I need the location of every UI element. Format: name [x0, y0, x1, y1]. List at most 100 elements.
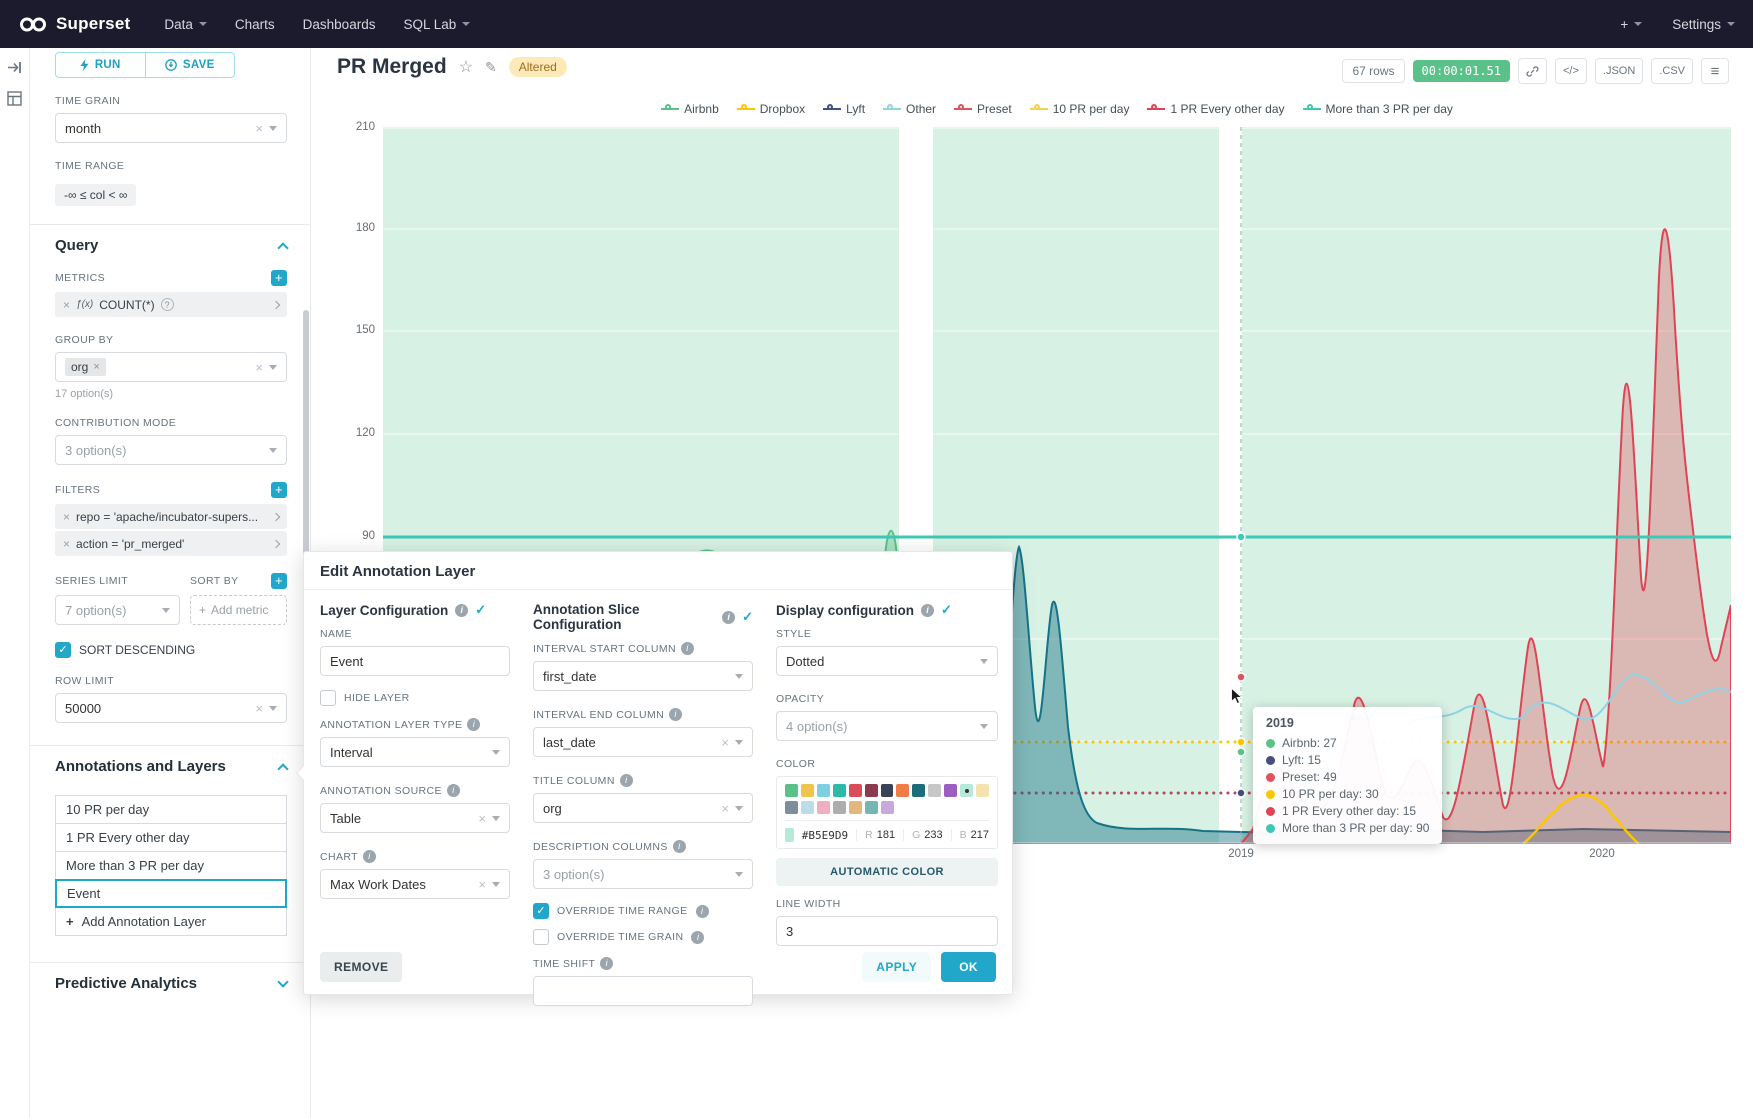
- info-icon[interactable]: i: [921, 604, 934, 617]
- color-swatch[interactable]: [833, 784, 846, 797]
- add-filter-button[interactable]: +: [271, 482, 287, 498]
- red-value[interactable]: 181: [877, 829, 895, 841]
- color-swatch[interactable]: [865, 801, 878, 814]
- nav-item-data[interactable]: Data: [164, 17, 207, 32]
- info-icon[interactable]: i: [447, 784, 460, 797]
- expand-panel-icon[interactable]: [7, 60, 22, 75]
- clear-icon[interactable]: ×: [255, 702, 263, 715]
- annotation-layer-item[interactable]: 10 PR per day: [55, 795, 287, 824]
- hex-value[interactable]: #B5E9D9: [802, 829, 848, 842]
- favorite-star-icon[interactable]: ☆: [459, 57, 473, 77]
- color-swatch-selected[interactable]: [960, 784, 973, 797]
- annotation-layer-item[interactable]: More than 3 PR per day: [55, 851, 287, 880]
- contribution-mode-select[interactable]: 3 option(s): [55, 435, 287, 465]
- altered-badge[interactable]: Altered: [509, 57, 567, 77]
- info-icon[interactable]: i: [681, 642, 694, 655]
- remove-icon[interactable]: ×: [63, 510, 70, 524]
- add-sort-metric-button[interactable]: +: [271, 573, 287, 589]
- save-button[interactable]: SAVE: [146, 53, 235, 77]
- info-icon[interactable]: i: [696, 905, 709, 918]
- automatic-color-button[interactable]: AUTOMATIC COLOR: [776, 858, 998, 886]
- help-icon[interactable]: ?: [161, 298, 174, 311]
- edit-title-icon[interactable]: ✎: [485, 59, 497, 76]
- annotations-section-header[interactable]: Annotations and Layers: [55, 746, 287, 785]
- opacity-select[interactable]: 4 option(s): [776, 711, 998, 741]
- remove-icon[interactable]: ×: [63, 537, 70, 551]
- panel-scrollbar[interactable]: [303, 310, 309, 568]
- info-icon[interactable]: i: [691, 931, 704, 944]
- color-swatch[interactable]: [785, 784, 798, 797]
- run-button[interactable]: RUN: [56, 53, 146, 77]
- blue-value[interactable]: 217: [971, 829, 989, 841]
- checkbox-unchecked-icon[interactable]: [320, 690, 336, 706]
- clear-icon[interactable]: ×: [721, 736, 729, 749]
- info-icon[interactable]: i: [673, 840, 686, 853]
- export-csv-button[interactable]: .CSV: [1651, 58, 1693, 84]
- new-button[interactable]: +: [1620, 17, 1642, 32]
- info-icon[interactable]: i: [620, 774, 633, 787]
- color-swatch[interactable]: [976, 784, 989, 797]
- color-swatch[interactable]: [817, 801, 830, 814]
- series-limit-select[interactable]: 7 option(s): [55, 595, 180, 625]
- add-annotation-layer-button[interactable]: + Add Annotation Layer: [55, 907, 287, 936]
- annotation-source-select[interactable]: Table ×: [320, 803, 510, 833]
- ok-button[interactable]: OK: [941, 952, 996, 982]
- color-swatch[interactable]: [817, 784, 830, 797]
- row-limit-select[interactable]: 50000 ×: [55, 693, 287, 723]
- annotation-layer-type-select[interactable]: Interval: [320, 737, 510, 767]
- filter-pill[interactable]: × action = 'pr_merged': [55, 531, 287, 556]
- legend-item-more-than-3-pr[interactable]: More than 3 PR per day: [1303, 102, 1453, 116]
- sort-by-input[interactable]: + Add metric: [190, 595, 287, 625]
- checkbox-unchecked-icon[interactable]: [533, 929, 549, 945]
- settings-menu[interactable]: Settings: [1672, 17, 1735, 32]
- color-swatch[interactable]: [944, 784, 957, 797]
- override-time-grain-checkbox[interactable]: OVERRIDE TIME GRAIN i: [533, 929, 753, 945]
- nav-item-dashboards[interactable]: Dashboards: [303, 17, 376, 32]
- info-icon[interactable]: i: [669, 708, 682, 721]
- color-swatch[interactable]: [912, 784, 925, 797]
- group-by-select[interactable]: org × ×: [55, 352, 287, 382]
- color-swatch[interactable]: [881, 784, 894, 797]
- query-section-header[interactable]: Query: [55, 225, 287, 264]
- add-metric-button[interactable]: +: [271, 270, 287, 286]
- clear-icon[interactable]: ×: [255, 122, 263, 135]
- color-swatch[interactable]: [865, 784, 878, 797]
- color-swatch[interactable]: [896, 784, 909, 797]
- color-swatch[interactable]: [785, 801, 798, 814]
- checkbox-checked-icon[interactable]: ✓: [533, 903, 549, 919]
- legend-item-dropbox[interactable]: Dropbox: [737, 102, 805, 116]
- name-input[interactable]: [320, 646, 510, 676]
- sort-descending-checkbox[interactable]: ✓ SORT DESCENDING: [55, 642, 287, 658]
- color-swatch[interactable]: [801, 801, 814, 814]
- info-icon[interactable]: i: [467, 718, 480, 731]
- remove-icon[interactable]: ×: [63, 298, 70, 312]
- color-swatch[interactable]: [801, 784, 814, 797]
- group-by-tag[interactable]: org ×: [65, 358, 106, 376]
- line-width-input[interactable]: [776, 916, 998, 946]
- color-swatch[interactable]: [881, 801, 894, 814]
- legend-item-lyft[interactable]: Lyft: [823, 102, 865, 116]
- legend-item-airbnb[interactable]: Airbnb: [661, 102, 719, 116]
- share-link-button[interactable]: [1518, 58, 1547, 84]
- interval-end-select[interactable]: last_date ×: [533, 727, 753, 757]
- style-select[interactable]: Dotted: [776, 646, 998, 676]
- color-swatch[interactable]: [849, 801, 862, 814]
- time-range-pill[interactable]: -∞ ≤ col < ∞: [55, 184, 136, 206]
- nav-item-charts[interactable]: Charts: [235, 17, 275, 32]
- legend-item-other[interactable]: Other: [883, 102, 936, 116]
- info-icon[interactable]: i: [722, 611, 735, 624]
- clear-icon[interactable]: ×: [721, 802, 729, 815]
- legend-item-1-pr-every-other-day[interactable]: 1 PR Every other day: [1147, 102, 1284, 116]
- apply-button[interactable]: APPLY: [862, 952, 931, 982]
- filter-pill[interactable]: × repo = 'apache/incubator-supers...: [55, 504, 287, 529]
- legend-item-10-pr-per-day[interactable]: 10 PR per day: [1030, 102, 1130, 116]
- superset-logo[interactable]: Superset: [18, 14, 130, 34]
- info-icon[interactable]: i: [455, 604, 468, 617]
- clear-icon[interactable]: ×: [255, 361, 263, 374]
- color-swatch[interactable]: [849, 784, 862, 797]
- metric-pill[interactable]: × ƒ(x) COUNT(*) ?: [55, 292, 287, 317]
- predictive-section-header[interactable]: Predictive Analytics: [55, 963, 287, 1002]
- export-json-button[interactable]: .JSON: [1595, 58, 1643, 84]
- override-time-range-checkbox[interactable]: ✓ OVERRIDE TIME RANGE i: [533, 903, 753, 919]
- chart-menu-button[interactable]: ≡: [1701, 58, 1729, 84]
